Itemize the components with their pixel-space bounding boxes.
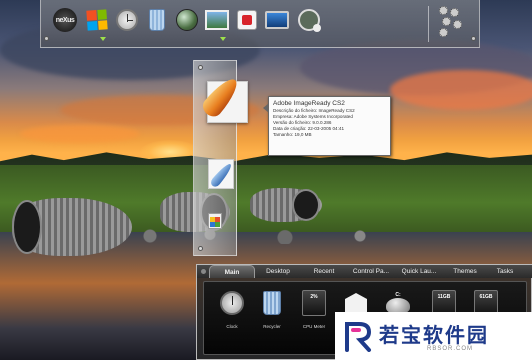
photoshop-feather-icon[interactable]: [208, 159, 234, 189]
photo-icon[interactable]: [205, 8, 229, 32]
globe-icon[interactable]: [175, 8, 199, 32]
panel-tab-bar: Main Desktop Recent Control Pa... Quick …: [197, 265, 532, 278]
tab-main[interactable]: Main: [209, 265, 255, 278]
shelf-item-clock[interactable]: Clock: [214, 288, 250, 348]
watermark-subtext: RBSOR.COM: [427, 346, 474, 352]
tab-themes[interactable]: Themes: [443, 265, 487, 278]
top-dock: neXus: [40, 0, 480, 48]
shelf-item-label: CPU Meter: [302, 324, 326, 329]
tab-recent[interactable]: Recent: [301, 265, 347, 278]
tab-tasks[interactable]: Tasks: [487, 265, 523, 278]
recycle-bin-icon[interactable]: [145, 8, 169, 32]
shelf-item-label: Recycler: [263, 324, 281, 329]
imageready-feather-icon[interactable]: [205, 75, 247, 115]
cloud: [20, 125, 140, 143]
monitor-icon[interactable]: [265, 8, 289, 32]
app-tooltip: Adobe ImageReady CS2 Descrição do fichei…: [263, 96, 391, 156]
gear-cluster-icon[interactable]: [439, 6, 469, 38]
running-indicator: [100, 37, 106, 41]
pipe-opening: [292, 189, 320, 221]
red-box-icon[interactable]: [235, 8, 259, 32]
dock-separator: [428, 6, 429, 42]
clock-icon[interactable]: [115, 8, 139, 32]
recycle-bin-icon: [259, 288, 285, 318]
tab-quick-launch[interactable]: Quick Lau...: [395, 265, 443, 278]
gadget-icon[interactable]: [297, 8, 321, 32]
pipe-opening: [12, 200, 42, 254]
tooltip-size: Tamanho: 19,0 MB: [273, 132, 312, 137]
screw-icon: [198, 65, 203, 70]
shelf-item-label: Clock: [226, 324, 238, 329]
clock-icon: [219, 288, 245, 318]
tooltip-title: Adobe ImageReady CS2: [273, 100, 345, 107]
nexus-label: neXus: [55, 16, 75, 24]
nexus-logo-icon[interactable]: neXus: [53, 8, 77, 32]
tab-control-panel[interactable]: Control Pa...: [347, 265, 395, 278]
office-icon[interactable]: [208, 213, 222, 229]
running-indicator: [220, 37, 226, 41]
watermark-text: 若宝软件园: [379, 323, 489, 347]
site-watermark: 若宝软件园 RBSOR.COM: [335, 312, 532, 360]
screw-icon: [198, 246, 203, 251]
windows-logo-icon[interactable]: [85, 8, 109, 32]
shelf-item-cpu-meter[interactable]: 2% CPU Meter: [296, 288, 332, 348]
watermark-logo-icon: [345, 322, 372, 352]
cpu-value: 2%: [302, 290, 326, 316]
panel-menu-dot-icon[interactable]: [197, 265, 209, 278]
rocks: [120, 228, 420, 244]
screw-icon: [44, 36, 49, 41]
cpu-meter-icon: 2%: [301, 288, 327, 318]
screw-icon: [471, 36, 476, 41]
tab-desktop[interactable]: Desktop: [255, 265, 301, 278]
shelf-item-recycler[interactable]: Recycler: [254, 288, 290, 348]
cloud: [390, 70, 532, 110]
